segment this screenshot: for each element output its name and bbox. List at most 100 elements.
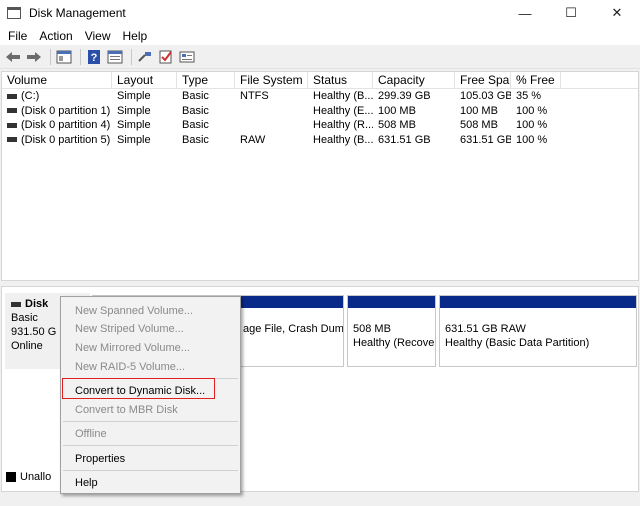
partition-line1: 508 MB bbox=[353, 323, 391, 335]
cell-file-system bbox=[235, 118, 308, 133]
column-free-space[interactable]: Free Spa... bbox=[455, 72, 511, 88]
cell-type: Basic bbox=[182, 133, 209, 146]
context-menu: New Spanned Volume... New Striped Volume… bbox=[60, 296, 241, 494]
cell-status: Healthy (E... bbox=[313, 104, 373, 117]
cell-percent-free: 100 % bbox=[516, 119, 548, 131]
cell-free-space: 631.51 GB bbox=[460, 133, 511, 146]
partition-recovery[interactable]: 508 MB Healthy (Recoven bbox=[347, 295, 436, 367]
cell-free-space: 100 MB bbox=[460, 104, 498, 117]
column-type[interactable]: Type bbox=[177, 72, 235, 88]
table-row[interactable]: (Disk 0 partition 4) Simple Basic Health… bbox=[2, 118, 638, 133]
menu-file[interactable]: File bbox=[2, 29, 33, 43]
menu-separator bbox=[63, 421, 238, 422]
column-percent-free[interactable]: % Free bbox=[511, 72, 561, 88]
menu-help[interactable]: Help bbox=[75, 476, 98, 490]
check-icon[interactable] bbox=[157, 48, 175, 66]
menu-properties[interactable]: Properties bbox=[75, 452, 125, 466]
cell-percent-free: 100 % bbox=[516, 104, 548, 117]
cell-file-system: NTFS bbox=[240, 90, 269, 102]
menu-new-striped-volume[interactable]: New Striped Volume... bbox=[75, 322, 184, 336]
menu-help[interactable]: Help bbox=[117, 29, 154, 43]
close-button[interactable]: ✕ bbox=[594, 0, 640, 26]
menu-bar: File Action View Help bbox=[0, 26, 640, 45]
back-icon[interactable] bbox=[4, 48, 22, 66]
disk-management-icon bbox=[7, 7, 21, 19]
menu-convert-to-dynamic-disk[interactable]: Convert to Dynamic Disk... bbox=[75, 384, 205, 398]
disk-icon bbox=[11, 301, 21, 307]
cell-type: Basic bbox=[182, 90, 209, 102]
cell-capacity: 299.39 GB bbox=[378, 90, 431, 102]
cell-percent-free: 100 % bbox=[516, 133, 548, 146]
cell-type: Basic bbox=[182, 104, 209, 117]
toolbar-separator bbox=[80, 48, 81, 65]
menu-separator bbox=[63, 470, 238, 471]
menu-convert-to-mbr-disk[interactable]: Convert to MBR Disk bbox=[75, 403, 178, 417]
volume-name: (Disk 0 partition 1) bbox=[21, 104, 111, 117]
unallocated-swatch bbox=[6, 472, 16, 482]
cell-free-space: 508 MB bbox=[460, 119, 498, 131]
column-status[interactable]: Status bbox=[308, 72, 373, 88]
cell-layout: Simple bbox=[117, 133, 151, 146]
menu-offline[interactable]: Offline bbox=[75, 427, 107, 441]
menu-view[interactable]: View bbox=[79, 29, 117, 43]
cell-capacity: 100 MB bbox=[378, 104, 416, 117]
cell-layout: Simple bbox=[117, 90, 151, 102]
table-row[interactable]: (Disk 0 partition 1) Simple Basic Health… bbox=[2, 104, 638, 119]
svg-text:?: ? bbox=[91, 52, 98, 64]
window-title: Disk Management bbox=[29, 6, 126, 20]
cell-status: Healthy (B... bbox=[313, 133, 373, 146]
legend-unallocated: Unallo bbox=[20, 471, 52, 483]
connect-icon[interactable] bbox=[136, 48, 154, 66]
status-bar bbox=[0, 492, 640, 506]
menu-action[interactable]: Action bbox=[33, 29, 78, 43]
volume-name: (C:) bbox=[21, 90, 40, 102]
volume-list: Volume Layout Type File System Status Ca… bbox=[1, 71, 639, 281]
toolbar: ? bbox=[0, 45, 640, 69]
title-bar: Disk Management — ☐ ✕ bbox=[0, 0, 640, 26]
legend: Unallo bbox=[6, 471, 51, 483]
partition-line2: age File, Crash Dump, bbox=[243, 323, 343, 335]
partition-line2: Healthy (Recoven bbox=[353, 337, 435, 349]
menu-separator bbox=[63, 445, 238, 446]
help-icon[interactable]: ? bbox=[85, 48, 103, 66]
column-layout[interactable]: Layout bbox=[112, 72, 177, 88]
volume-icon bbox=[7, 93, 17, 99]
volume-icon bbox=[7, 137, 17, 143]
cell-capacity: 631.51 GB bbox=[378, 133, 431, 146]
column-file-system[interactable]: File System bbox=[235, 72, 308, 88]
show-hide-pane-icon[interactable] bbox=[55, 48, 73, 66]
partition-raw[interactable]: 631.51 GB RAW Healthy (Basic Data Partit… bbox=[439, 295, 637, 367]
cell-type: Basic bbox=[182, 119, 209, 131]
cell-file-system bbox=[235, 104, 308, 119]
properties-icon[interactable] bbox=[106, 48, 124, 66]
menu-new-mirrored-volume[interactable]: New Mirrored Volume... bbox=[75, 341, 190, 355]
cell-percent-free: 35 % bbox=[516, 90, 542, 102]
menu-new-spanned-volume[interactable]: New Spanned Volume... bbox=[75, 304, 193, 318]
volume-icon bbox=[7, 108, 17, 114]
partition-bar bbox=[348, 296, 435, 308]
toolbar-separator bbox=[131, 48, 132, 65]
cell-status: Healthy (R... bbox=[313, 119, 373, 131]
toolbar-separator bbox=[50, 48, 51, 65]
cell-free-space: 105.03 GB bbox=[460, 90, 511, 102]
cell-capacity: 508 MB bbox=[378, 119, 416, 131]
partition-line2: Healthy (Basic Data Partition) bbox=[445, 337, 590, 349]
cell-file-system: RAW bbox=[240, 133, 266, 146]
forward-icon[interactable] bbox=[25, 48, 43, 66]
table-row[interactable]: (Disk 0 partition 5) Simple Basic RAW He… bbox=[2, 133, 638, 148]
column-capacity[interactable]: Capacity bbox=[373, 72, 455, 88]
minimize-button[interactable]: — bbox=[502, 0, 548, 26]
volume-table-header: Volume Layout Type File System Status Ca… bbox=[2, 72, 638, 89]
table-row[interactable]: (C:) Simple Basic NTFS Healthy (B... 299… bbox=[2, 89, 638, 104]
cell-status: Healthy (B... bbox=[313, 90, 373, 102]
window-controls: — ☐ ✕ bbox=[502, 0, 640, 26]
partition-bar bbox=[440, 296, 636, 308]
settings-icon[interactable] bbox=[178, 48, 196, 66]
volume-name: (Disk 0 partition 5) bbox=[21, 133, 111, 146]
partition-line1: 631.51 GB RAW bbox=[445, 323, 526, 335]
disk-name: Disk bbox=[25, 298, 49, 310]
column-volume[interactable]: Volume bbox=[2, 72, 112, 88]
maximize-button[interactable]: ☐ bbox=[548, 0, 594, 26]
menu-new-raid5-volume[interactable]: New RAID-5 Volume... bbox=[75, 360, 185, 374]
cell-layout: Simple bbox=[117, 119, 151, 131]
